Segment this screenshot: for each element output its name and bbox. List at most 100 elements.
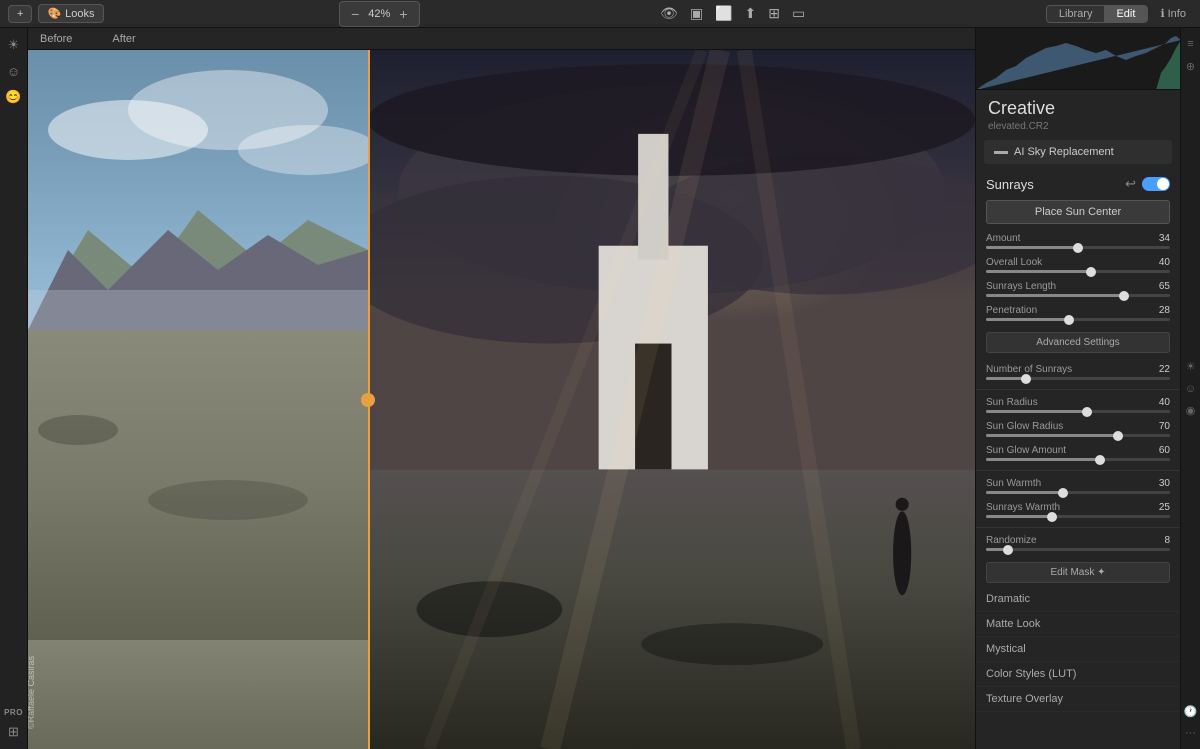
- canvas-body: ©Raffaele Casiras: [28, 50, 975, 749]
- sunrays-warmth-track[interactable]: [986, 515, 1170, 518]
- sun-glow-radius-fill: [986, 434, 1118, 437]
- sun-glow-amount-slider-row: Sun Glow Amount 60: [976, 442, 1180, 466]
- amount-track[interactable]: [986, 246, 1170, 249]
- sun-glow-radius-value: 70: [1159, 421, 1170, 432]
- ai-sky-label: AI Sky Replacement: [1014, 146, 1114, 158]
- adjustments-right-icon-button[interactable]: ⊕: [1183, 58, 1199, 74]
- mystical-item[interactable]: Mystical: [976, 637, 1180, 662]
- sun-glow-radius-slider-row: Sun Glow Radius 70: [976, 418, 1180, 442]
- sun-warmth-track[interactable]: [986, 491, 1170, 494]
- matte-look-item[interactable]: Matte Look: [976, 612, 1180, 637]
- sunrays-warmth-thumb[interactable]: [1047, 512, 1057, 522]
- sun-glow-amount-thumb[interactable]: [1095, 455, 1105, 465]
- sunrays-length-track[interactable]: [986, 294, 1170, 297]
- edit-mask-button[interactable]: Edit Mask ✦: [986, 562, 1170, 583]
- place-sun-center-button[interactable]: Place Sun Center: [986, 200, 1170, 224]
- layers-icon-button[interactable]: ⊞: [3, 721, 25, 743]
- randomize-track[interactable]: [986, 548, 1170, 551]
- overall-look-track[interactable]: [986, 270, 1170, 273]
- face-icon-button[interactable]: ☺: [3, 60, 25, 82]
- sun-glow-amount-track[interactable]: [986, 458, 1170, 461]
- sun-glow-radius-track[interactable]: [986, 434, 1170, 437]
- view-tools: 👁 ▣ ⬜ ⬆ ⊞ ▭: [655, 3, 810, 24]
- num-sunrays-track[interactable]: [986, 377, 1170, 380]
- info-button[interactable]: ℹ Info: [1154, 5, 1192, 22]
- add-button[interactable]: +: [8, 5, 32, 23]
- plus-icon: +: [17, 8, 23, 20]
- layers-right-icon-button[interactable]: ≡: [1183, 36, 1199, 52]
- ai-sky-icon: [994, 151, 1008, 154]
- ai-sky-bar: AI Sky Replacement: [984, 140, 1172, 164]
- share-icon-button[interactable]: ⬆: [740, 3, 762, 24]
- pro-badge: PRO: [4, 708, 23, 717]
- sun-glow-amount-value: 60: [1159, 445, 1170, 456]
- sun-radius-thumb[interactable]: [1082, 407, 1092, 417]
- sunrays-length-thumb[interactable]: [1119, 291, 1129, 301]
- penetration-fill: [986, 318, 1069, 321]
- more-right-icon-button[interactable]: ···: [1183, 725, 1199, 741]
- smile-icon-button[interactable]: 😊: [3, 86, 25, 108]
- sunrays-toggle[interactable]: [1142, 177, 1170, 191]
- edit-button[interactable]: Edit: [1104, 6, 1147, 22]
- overall-look-fill: [986, 270, 1091, 273]
- sunrays-reset-button[interactable]: ↩: [1125, 176, 1136, 192]
- split-handle[interactable]: [361, 393, 375, 407]
- main-content: ☀ ☺ 😊 PRO ⊞ Before After: [0, 28, 1200, 749]
- canvas-area: Before After: [28, 28, 975, 749]
- file-name: elevated.CR2: [988, 121, 1168, 132]
- sun-glow-radius-thumb[interactable]: [1113, 431, 1123, 441]
- panel-content: Creative elevated.CR2 AI Sky Replacement…: [976, 90, 1180, 749]
- randomize-thumb[interactable]: [1003, 545, 1013, 555]
- sun-warmth-slider-row: Sun Warmth 30: [976, 475, 1180, 499]
- before-photo: [28, 50, 368, 640]
- history-right-icon-button[interactable]: 🕐: [1183, 703, 1199, 719]
- zoom-increase-button[interactable]: +: [394, 4, 412, 24]
- penetration-slider-row: Penetration 28: [976, 302, 1180, 326]
- sun-adjust-icon-button[interactable]: ☀: [3, 34, 25, 56]
- crop-icon-button[interactable]: ⬜: [710, 3, 737, 24]
- sun-right-icon-button[interactable]: ☀: [1183, 359, 1199, 375]
- sunrays-length-label: Sunrays Length: [986, 281, 1056, 292]
- penetration-label: Penetration: [986, 305, 1037, 316]
- sunrays-length-slider-row: Sunrays Length 65: [976, 278, 1180, 302]
- histogram-chart: [976, 28, 1180, 90]
- randomize-slider-row: Randomize 8: [976, 532, 1180, 556]
- color-styles-item[interactable]: Color Styles (LUT): [976, 662, 1180, 687]
- copyright-text: ©Raffaele Casiras: [28, 656, 36, 729]
- info-icon: ℹ: [1160, 7, 1164, 20]
- penetration-track[interactable]: [986, 318, 1170, 321]
- zoom-decrease-button[interactable]: −: [346, 4, 364, 24]
- library-button[interactable]: Library: [1047, 6, 1105, 22]
- after-pane: [368, 50, 975, 749]
- filmstrip-icon-button[interactable]: ▭: [787, 3, 810, 24]
- histogram: [976, 28, 1180, 90]
- divider-2: [976, 470, 1180, 471]
- num-sunrays-slider-row: Number of Sunrays 22: [976, 361, 1180, 385]
- amount-fill: [986, 246, 1078, 249]
- sun-warmth-thumb[interactable]: [1058, 488, 1068, 498]
- texture-overlay-item[interactable]: Texture Overlay: [976, 687, 1180, 712]
- looks-button[interactable]: 🎨 Looks: [38, 4, 103, 23]
- after-photo: [368, 50, 975, 749]
- sunrays-warmth-fill: [986, 515, 1052, 518]
- sun-radius-slider-row: Sun Radius 40: [976, 394, 1180, 418]
- amount-value: 34: [1159, 233, 1170, 244]
- dramatic-item[interactable]: Dramatic: [976, 587, 1180, 612]
- amount-slider-row: Amount 34: [976, 230, 1180, 254]
- zoom-value: 42%: [368, 8, 390, 20]
- lower-sliders: Sun Warmth 30 Sunrays Warmth 25: [976, 475, 1180, 523]
- sunrays-warmth-value: 25: [1159, 502, 1170, 513]
- eye-icon-button[interactable]: 👁: [655, 3, 683, 24]
- sun-radius-track[interactable]: [986, 410, 1170, 413]
- compare-icon-button[interactable]: ▣: [685, 3, 708, 24]
- face-right-icon-button[interactable]: ☺: [1183, 381, 1199, 397]
- overall-look-thumb[interactable]: [1086, 267, 1096, 277]
- right-icon-bar: ≡ ⊕ ☀ ☺ ◉ 🕐 ···: [1180, 28, 1200, 749]
- advanced-settings-button[interactable]: Advanced Settings: [986, 332, 1170, 353]
- num-sunrays-thumb[interactable]: [1021, 374, 1031, 384]
- penetration-thumb[interactable]: [1064, 315, 1074, 325]
- penetration-value: 28: [1159, 305, 1170, 316]
- smile-right-icon-button[interactable]: ◉: [1183, 403, 1199, 419]
- grid-icon-button[interactable]: ⊞: [763, 3, 785, 24]
- amount-thumb[interactable]: [1073, 243, 1083, 253]
